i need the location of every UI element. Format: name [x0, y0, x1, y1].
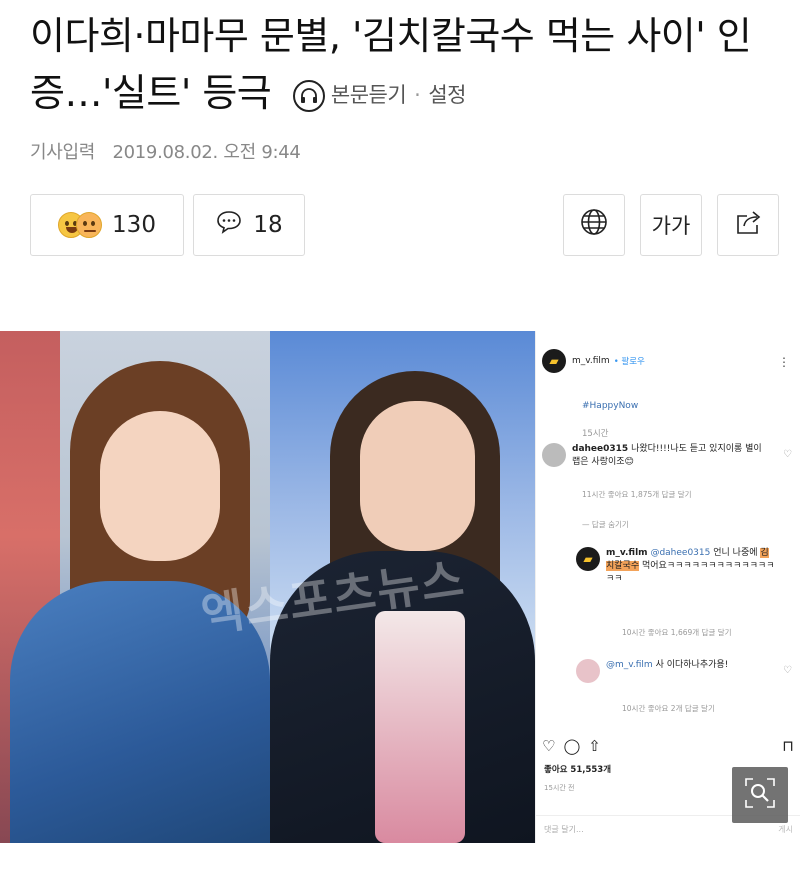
date-line: 기사입력 2019.08.02. 오전 9:44	[30, 138, 301, 164]
comment-meta: 11시간 좋아요 1,875개 답글 달기	[582, 490, 692, 499]
font-size-button[interactable]: 가가	[640, 194, 702, 256]
reply-mention: @m_v.film	[606, 660, 653, 670]
comment-username: dahee0315	[572, 444, 629, 454]
image-zoom-button[interactable]	[732, 767, 788, 823]
heart-icon: ♡	[783, 665, 792, 676]
comment-icon: ◯	[563, 737, 581, 755]
font-size-label: 가가	[651, 214, 691, 238]
magnifier-icon	[743, 776, 777, 814]
date-label: 기사입력	[30, 142, 96, 163]
post-label: 게시	[778, 825, 793, 834]
instagram-follow: • 팔로우	[613, 357, 645, 367]
translate-button[interactable]	[563, 194, 625, 256]
person-face	[360, 401, 475, 551]
share-icon	[733, 208, 763, 242]
reply-meta: 10시간 좋아요 2개 답글 달기	[622, 704, 715, 713]
clapperboard-icon: ▰	[542, 349, 566, 373]
instagram-likes: 좋아요 51,553개	[544, 765, 612, 775]
date-value: 2019.08.02. 오전 9:44	[112, 142, 301, 163]
instagram-post-time: 15시간	[582, 429, 609, 439]
person-face	[100, 411, 220, 561]
headphones-icon[interactable]	[292, 79, 325, 112]
avatar	[576, 659, 600, 683]
instagram-reply: @m_v.film 사 이다하나추가용!	[576, 659, 796, 683]
reply-mention: @dahee0315	[650, 548, 711, 558]
heart-icon: ♡	[783, 449, 792, 460]
instagram-header: ▰ m_v.film • 팔로우 ⋮	[542, 349, 792, 373]
reply-username: m_v.film	[606, 548, 648, 558]
bookmark-icon: ⊓	[782, 737, 794, 755]
more-icon: ⋮	[778, 355, 790, 369]
instagram-comment: dahee0315 나왔다!!!!나도 듣고 있지이롱 별이 랩은 사랑이조😊	[542, 443, 792, 469]
instagram-hashtag: #HappyNow	[582, 401, 639, 411]
instagram-actions: ♡ ◯ ⇧ ⊓	[542, 737, 794, 755]
instagram-reply: ▰ m_v.film @dahee0315 언니 나중에 김치칼국수 먹어요ㅋㅋ…	[576, 547, 796, 586]
reaction-button[interactable]: 130	[30, 194, 184, 256]
sad-emoji-icon	[76, 212, 103, 238]
globe-icon	[579, 207, 609, 243]
tts-button[interactable]: 본문듣기	[331, 67, 407, 124]
instagram-username: m_v.film	[572, 356, 610, 366]
person-shirt	[375, 611, 465, 843]
comment-input-placeholder: 댓글 달기...	[544, 825, 584, 834]
share-icon: ⇧	[588, 737, 601, 755]
reaction-count: 130	[112, 212, 156, 238]
instagram-date: 15시간 전	[544, 784, 575, 792]
avatar	[542, 443, 566, 467]
reply-meta: 10시간 좋아요 1,669개 답글 달기	[622, 628, 732, 637]
article-photo[interactable]: 엑스포츠뉴스 ▰ m_v.film • 팔로우 ⋮ #HappyNow 15시간…	[0, 331, 800, 843]
settings-button[interactable]: 설정	[428, 67, 466, 124]
comment-button[interactable]: 18	[193, 194, 305, 256]
tts-controls: 본문듣기 · 설정	[292, 67, 466, 124]
comment-count: 18	[253, 212, 283, 238]
separator: ·	[414, 83, 421, 107]
article-title-block: 이다희·마마무 문별, '김치칼국수 먹는 사이' 인증…'실트' 등극 본문듣…	[30, 8, 770, 124]
heart-icon: ♡	[542, 737, 556, 755]
share-button[interactable]	[717, 194, 779, 256]
reply-text: 사 이다하나추가용!	[655, 660, 729, 670]
reply-text: 언니 나중에	[713, 548, 758, 558]
hide-replies: — 답글 숨기기	[582, 520, 629, 529]
clapperboard-icon: ▰	[576, 547, 600, 571]
speech-bubble-icon	[215, 209, 243, 241]
